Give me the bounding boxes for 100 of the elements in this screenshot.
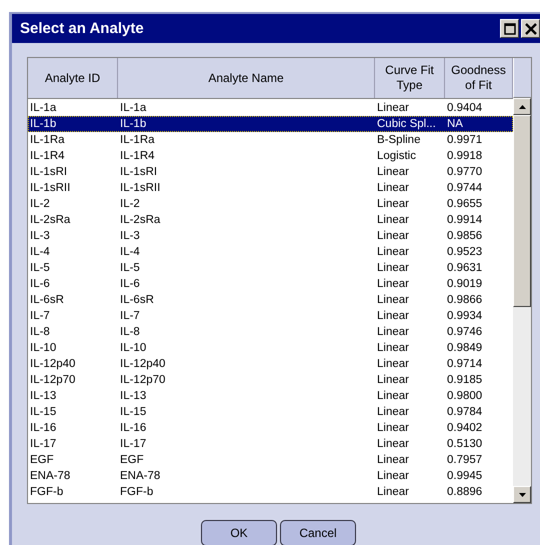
table-cell-text: Linear — [376, 470, 410, 482]
table-cell-text: 0.9019 — [446, 278, 484, 290]
table-cell-text: 0.9849 — [446, 342, 484, 354]
table-row[interactable]: FGF-b FGF-b Linear 0.8896 — [28, 484, 513, 500]
table-row[interactable]: IL-3 IL-3 Linear 0.9856 — [28, 228, 513, 244]
table-row[interactable]: IL-6 IL-6 Linear 0.9019 — [28, 276, 513, 292]
down-arrow-icon — [518, 492, 526, 496]
table-cell-text: Linear — [376, 294, 410, 306]
table-row[interactable]: IL-12p40 IL-12p40 Linear 0.9714 — [28, 356, 513, 372]
table-cell-text: 0.5130 — [446, 438, 484, 450]
table-cell-text: EGF — [29, 454, 55, 466]
table-row[interactable]: EGF EGF Linear 0.7957 — [28, 452, 513, 468]
table-cell-text: IL-1Ra — [119, 134, 156, 146]
table-cell-text: IL-15 — [29, 406, 58, 418]
table-row[interactable]: IL-8 IL-8 Linear 0.9746 — [28, 324, 513, 340]
table-cell-text: 0.9744 — [446, 182, 484, 194]
up-arrow-icon — [518, 104, 526, 108]
table-cell-text: IL-7 — [29, 310, 51, 322]
table-cell-text: 0.9800 — [446, 390, 484, 402]
close-button[interactable] — [521, 19, 540, 38]
table-cell-text: 0.9185 — [446, 374, 484, 386]
table-cell-text: IL-2sRa — [29, 214, 72, 226]
table-cell-text: 0.9746 — [446, 326, 484, 338]
table-row[interactable]: IL-2sRa IL-2sRa Linear 0.9914 — [28, 212, 513, 228]
table-row[interactable]: IL-17 IL-17 Linear 0.5130 — [28, 436, 513, 452]
table-cell-text: Linear — [376, 374, 410, 386]
table-row[interactable]: IL-13 IL-13 Linear 0.9800 — [28, 388, 513, 404]
table-row[interactable]: IL-16 IL-16 Linear 0.9402 — [28, 420, 513, 436]
table-cell-text: IL-12p70 — [119, 374, 166, 386]
table-cell-text: IL-5 — [119, 262, 141, 274]
table-cell-text: 0.9770 — [446, 166, 484, 178]
table-row[interactable]: IL-5 IL-5 Linear 0.9631 — [28, 260, 513, 276]
table-row[interactable]: IL-7 IL-7 Linear 0.9934 — [28, 308, 513, 324]
table-cell-text: 0.9866 — [446, 294, 484, 306]
scroll-thumb[interactable] — [513, 115, 531, 307]
cancel-button[interactable]: Cancel — [280, 520, 356, 545]
table-cell-text: IL-6sR — [119, 294, 155, 306]
table-cell-text: ENA-78 — [119, 470, 162, 482]
table-cell-text: FGF-b — [119, 486, 154, 498]
table-cell-text: IL-1a — [29, 102, 58, 114]
table-cell-text: 0.9714 — [446, 358, 484, 370]
table-cell-text: 0.9914 — [446, 214, 484, 226]
table-cell-text: Linear — [376, 406, 410, 418]
table-cell-text: Linear — [376, 438, 410, 450]
table-cell-text: Linear — [376, 278, 410, 290]
table-row[interactable]: IL-1sRI IL-1sRI Linear 0.9770 — [28, 164, 513, 180]
column-header[interactable]: Analyte Name — [118, 58, 375, 98]
table-row[interactable]: IL-1a IL-1a Linear 0.9404 — [28, 100, 513, 116]
table-row[interactable]: IL-15 IL-15 Linear 0.9784 — [28, 404, 513, 420]
scrollbar[interactable] — [513, 98, 531, 503]
table-cell-text: Linear — [376, 422, 410, 434]
table-cell-text: IL-1b — [29, 118, 58, 130]
ok-button[interactable]: OK — [201, 520, 277, 545]
maximize-button[interactable] — [500, 19, 519, 38]
table-row[interactable]: IL-1Ra IL-1Ra B-Spline 0.9971 — [28, 132, 513, 148]
table-row[interactable]: ENA-78 ENA-78 Linear 0.9945 — [28, 468, 513, 484]
table-cell-text: IL-2sRa — [119, 214, 162, 226]
table-cell-text: IL-16 — [119, 422, 148, 434]
table-cell-text: IL-2 — [29, 198, 51, 210]
table-row[interactable]: IL-1b IL-1b Cubic Spl... NA — [28, 116, 513, 132]
table-cell-text: 0.8896 — [446, 486, 484, 498]
table-cell-text: IL-6 — [119, 278, 141, 290]
table-cell-text: 0.9655 — [446, 198, 484, 210]
scroll-up-button[interactable] — [513, 98, 531, 115]
table-cell-text: IL-4 — [29, 246, 51, 258]
column-header[interactable]: Curve Fit Type — [375, 58, 445, 98]
table-row[interactable]: IL-1R4 IL-1R4 Logistic 0.9918 — [28, 148, 513, 164]
table-row[interactable]: IL-1sRII IL-1sRII Linear 0.9744 — [28, 180, 513, 196]
table-cell-text: 0.9971 — [446, 134, 484, 146]
table-cell-text: IL-1Ra — [29, 134, 66, 146]
table-cell-text: IL-5 — [29, 262, 51, 274]
table-cell-text: Linear — [376, 390, 410, 402]
table-row[interactable]: IL-2 IL-2 Linear 0.9655 — [28, 196, 513, 212]
table-cell-text: IL-8 — [119, 326, 141, 338]
table-cell-text: 0.9918 — [446, 150, 484, 162]
table-cell-text: Linear — [376, 358, 410, 370]
table-cell-text: Linear — [376, 486, 410, 498]
table-row[interactable]: IL-4 IL-4 Linear 0.9523 — [28, 244, 513, 260]
table-cell-text: NA — [446, 118, 464, 130]
table-cell-text: Linear — [376, 342, 410, 354]
table-cell-text: 0.9856 — [446, 230, 484, 242]
table-cell-text: 0.9934 — [446, 310, 484, 322]
table-row[interactable]: IL-12p70 IL-12p70 Linear 0.9185 — [28, 372, 513, 388]
table-cell-text: IL-4 — [119, 246, 141, 258]
table-cell-text: IL-13 — [29, 390, 58, 402]
table-row[interactable]: IL-6sR IL-6sR Linear 0.9866 — [28, 292, 513, 308]
table-cell-text: IL-1R4 — [29, 150, 66, 162]
table-cell-text: IL-3 — [119, 230, 141, 242]
table-cell-text: IL-12p40 — [119, 358, 166, 370]
table-cell-text: FGF-b — [29, 486, 64, 498]
table-cell-text: IL-6sR — [29, 294, 65, 306]
scroll-down-button[interactable] — [513, 486, 531, 503]
table-cell-text: IL-1sRII — [119, 182, 162, 194]
table-cell-text: IL-1sRI — [29, 166, 68, 178]
table-row[interactable]: IL-10 IL-10 Linear 0.9849 — [28, 340, 513, 356]
table-cell-text: Linear — [376, 198, 410, 210]
table-cell-text: EGF — [119, 454, 145, 466]
table-cell-text: IL-10 — [119, 342, 148, 354]
column-header[interactable]: Analyte ID — [28, 58, 118, 98]
table-cell-text: IL-3 — [29, 230, 51, 242]
